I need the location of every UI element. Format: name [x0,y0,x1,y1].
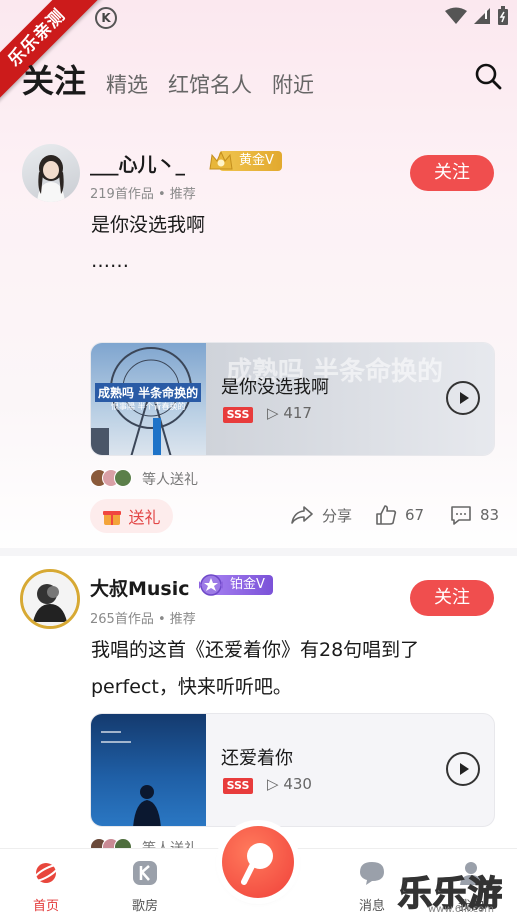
play-button[interactable] [446,752,480,786]
post-divider [0,548,517,556]
gift-label: 送礼 [128,508,161,527]
follow-button[interactable]: 关注 [410,155,494,191]
message-icon [360,862,384,885]
record-button[interactable] [222,826,294,898]
thumbs-up-icon [376,505,397,525]
post-text-line: 我唱的这首《还爱着你》有28句唱到了 [91,639,420,661]
nav-rooms[interactable]: 歌房 [115,859,175,914]
microphone-icon [241,843,273,885]
tab-featured[interactable]: 精选 [106,69,148,99]
follow-button[interactable]: 关注 [410,580,494,616]
gifter-avatars[interactable] [90,469,132,487]
nav-messages[interactable]: 消息 [342,859,402,914]
gold-v-badge: 黄金V [207,150,282,172]
avatar[interactable] [22,144,80,202]
play-button[interactable] [446,381,480,415]
song-title: 还爱着你 [221,748,293,769]
status-icons [445,6,509,26]
comment-icon [451,506,471,525]
gift-button[interactable]: 送礼 [90,499,173,533]
play-count: ▷ 430 [267,775,312,793]
watermark-url: www.6lll.com [428,904,495,915]
nav-label: 歌房 [131,899,158,914]
song-title: 是你没选我啊 [221,377,329,398]
song-card[interactable]: 成熟吗 半条命换的 成熟吗 半条命换的 恨事陽 半个青春换的 是你没选我啊 SS… [90,342,495,456]
play-count-value: 430 [283,775,312,793]
share-button[interactable]: 分享 [290,504,352,526]
play-icon [460,763,469,775]
gift-icon [103,511,122,525]
song-card[interactable]: 还爱着你 SSS ▷ 430 [90,713,495,827]
quality-badge: SSS [223,407,253,423]
avatar[interactable] [20,569,80,629]
nav-label: 消息 [358,899,385,914]
quality-badge: SSS [223,778,253,794]
like-button[interactable]: 67 [375,504,424,526]
top-tabs: 关注 精选 红馆名人 附近 [22,56,314,102]
username[interactable]: 大叔Music [90,574,190,601]
post-text-line: perfect，快来听听吧。 [91,676,292,698]
k-room-icon [133,861,157,885]
song-cover [91,714,206,826]
avatar-image [23,572,77,626]
comment-button[interactable]: 83 [450,504,499,526]
cover-title: 成熟吗 半条命换的 [95,383,202,402]
song-cover: 成熟吗 半条命换的 恨事陽 半个青春换的 [91,343,206,455]
post-meta: 219首作品 • 推荐 [90,187,196,202]
comment-count: 83 [480,506,500,524]
post-meta: 265首作品 • 推荐 [90,612,196,627]
platinum-emblem-icon [199,574,223,596]
gifters-text: 等人送礼 [142,472,198,488]
share-icon [291,506,313,524]
tab-nearby[interactable]: 附近 [272,69,314,99]
like-count: 67 [405,506,425,524]
platinum-v-badge: 铂金V [196,574,273,596]
cover-subtitle: 恨事陽 半个青春换的 [111,402,186,411]
planet-icon [32,863,60,883]
username[interactable]: ___心儿丶_ [90,150,185,177]
signal-icon [474,8,490,24]
gold-crown-icon [209,150,233,170]
tab-celebrities[interactable]: 红馆名人 [168,69,252,99]
play-count: ▷ 417 [267,404,312,422]
search-icon[interactable] [474,62,502,90]
avatar-image [37,155,65,202]
play-icon [460,392,469,404]
nav-home[interactable]: 首页 [16,859,76,914]
silhouette-image [101,731,161,826]
play-count-value: 417 [283,404,312,422]
share-label: 分享 [322,506,353,525]
tab-following[interactable]: 关注 [22,56,86,102]
nav-label: 首页 [32,899,59,914]
wifi-icon [445,7,467,24]
post-text-line: 是你没选我啊 [91,214,206,236]
post-text-line: …… [91,250,129,272]
play-count-icon: ▷ [267,404,279,422]
gifter-avatar [114,469,132,487]
play-count-icon: ▷ [267,775,279,793]
battery-icon [498,6,508,25]
